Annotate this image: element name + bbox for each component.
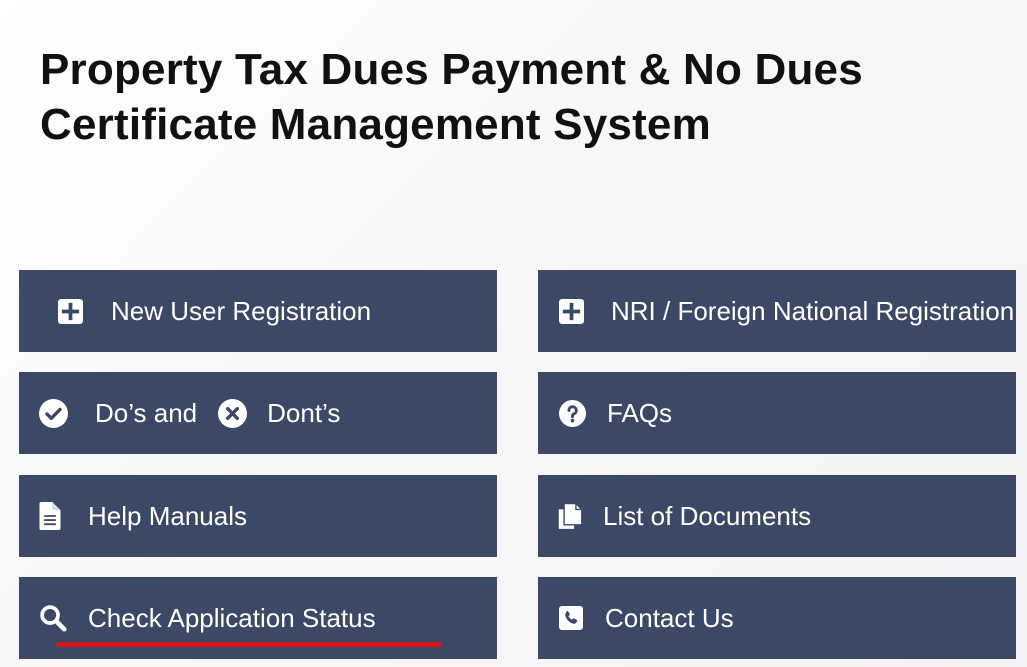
help-manuals-label: Help Manuals	[88, 501, 247, 531]
dos-and-donts-button[interactable]: Do’s and Dont’s	[19, 372, 497, 454]
nri-foreign-national-registration-label: NRI / Foreign National Registration	[611, 296, 1015, 326]
search-icon	[39, 604, 67, 632]
list-of-documents-button[interactable]: List of Documents	[538, 475, 1016, 557]
contact-us-button[interactable]: Contact Us	[538, 577, 1016, 659]
faqs-button[interactable]: FAQs	[538, 372, 1016, 454]
plus-square-icon	[558, 298, 584, 324]
donts-label: Dont’s	[267, 398, 341, 428]
list-of-documents-label: List of Documents	[603, 501, 812, 531]
file-text-icon	[39, 501, 61, 531]
x-circle-icon	[217, 398, 247, 428]
check-application-status-label: Check Application Status	[88, 603, 376, 633]
question-circle-icon	[558, 399, 586, 427]
contact-us-label: Contact Us	[605, 603, 734, 633]
highlight-underline	[56, 642, 442, 647]
nri-foreign-national-registration-button[interactable]: NRI / Foreign National Registration	[538, 270, 1016, 352]
files-icon	[557, 501, 583, 531]
page-title-line-2: Certificate Management System	[40, 100, 711, 149]
new-user-registration-label: New User Registration	[111, 296, 372, 326]
page-title-line-1: Property Tax Dues Payment & No Dues	[40, 45, 863, 94]
page-title: Property Tax Dues Payment & No Dues Cert…	[40, 42, 940, 152]
new-user-registration-button[interactable]: New User Registration	[19, 270, 497, 352]
check-circle-icon	[38, 398, 68, 428]
phone-square-icon	[558, 605, 584, 631]
faqs-label: FAQs	[607, 398, 673, 428]
dos-label: Do’s and	[95, 398, 198, 428]
plus-square-icon	[57, 298, 83, 324]
help-manuals-button[interactable]: Help Manuals	[19, 475, 497, 557]
